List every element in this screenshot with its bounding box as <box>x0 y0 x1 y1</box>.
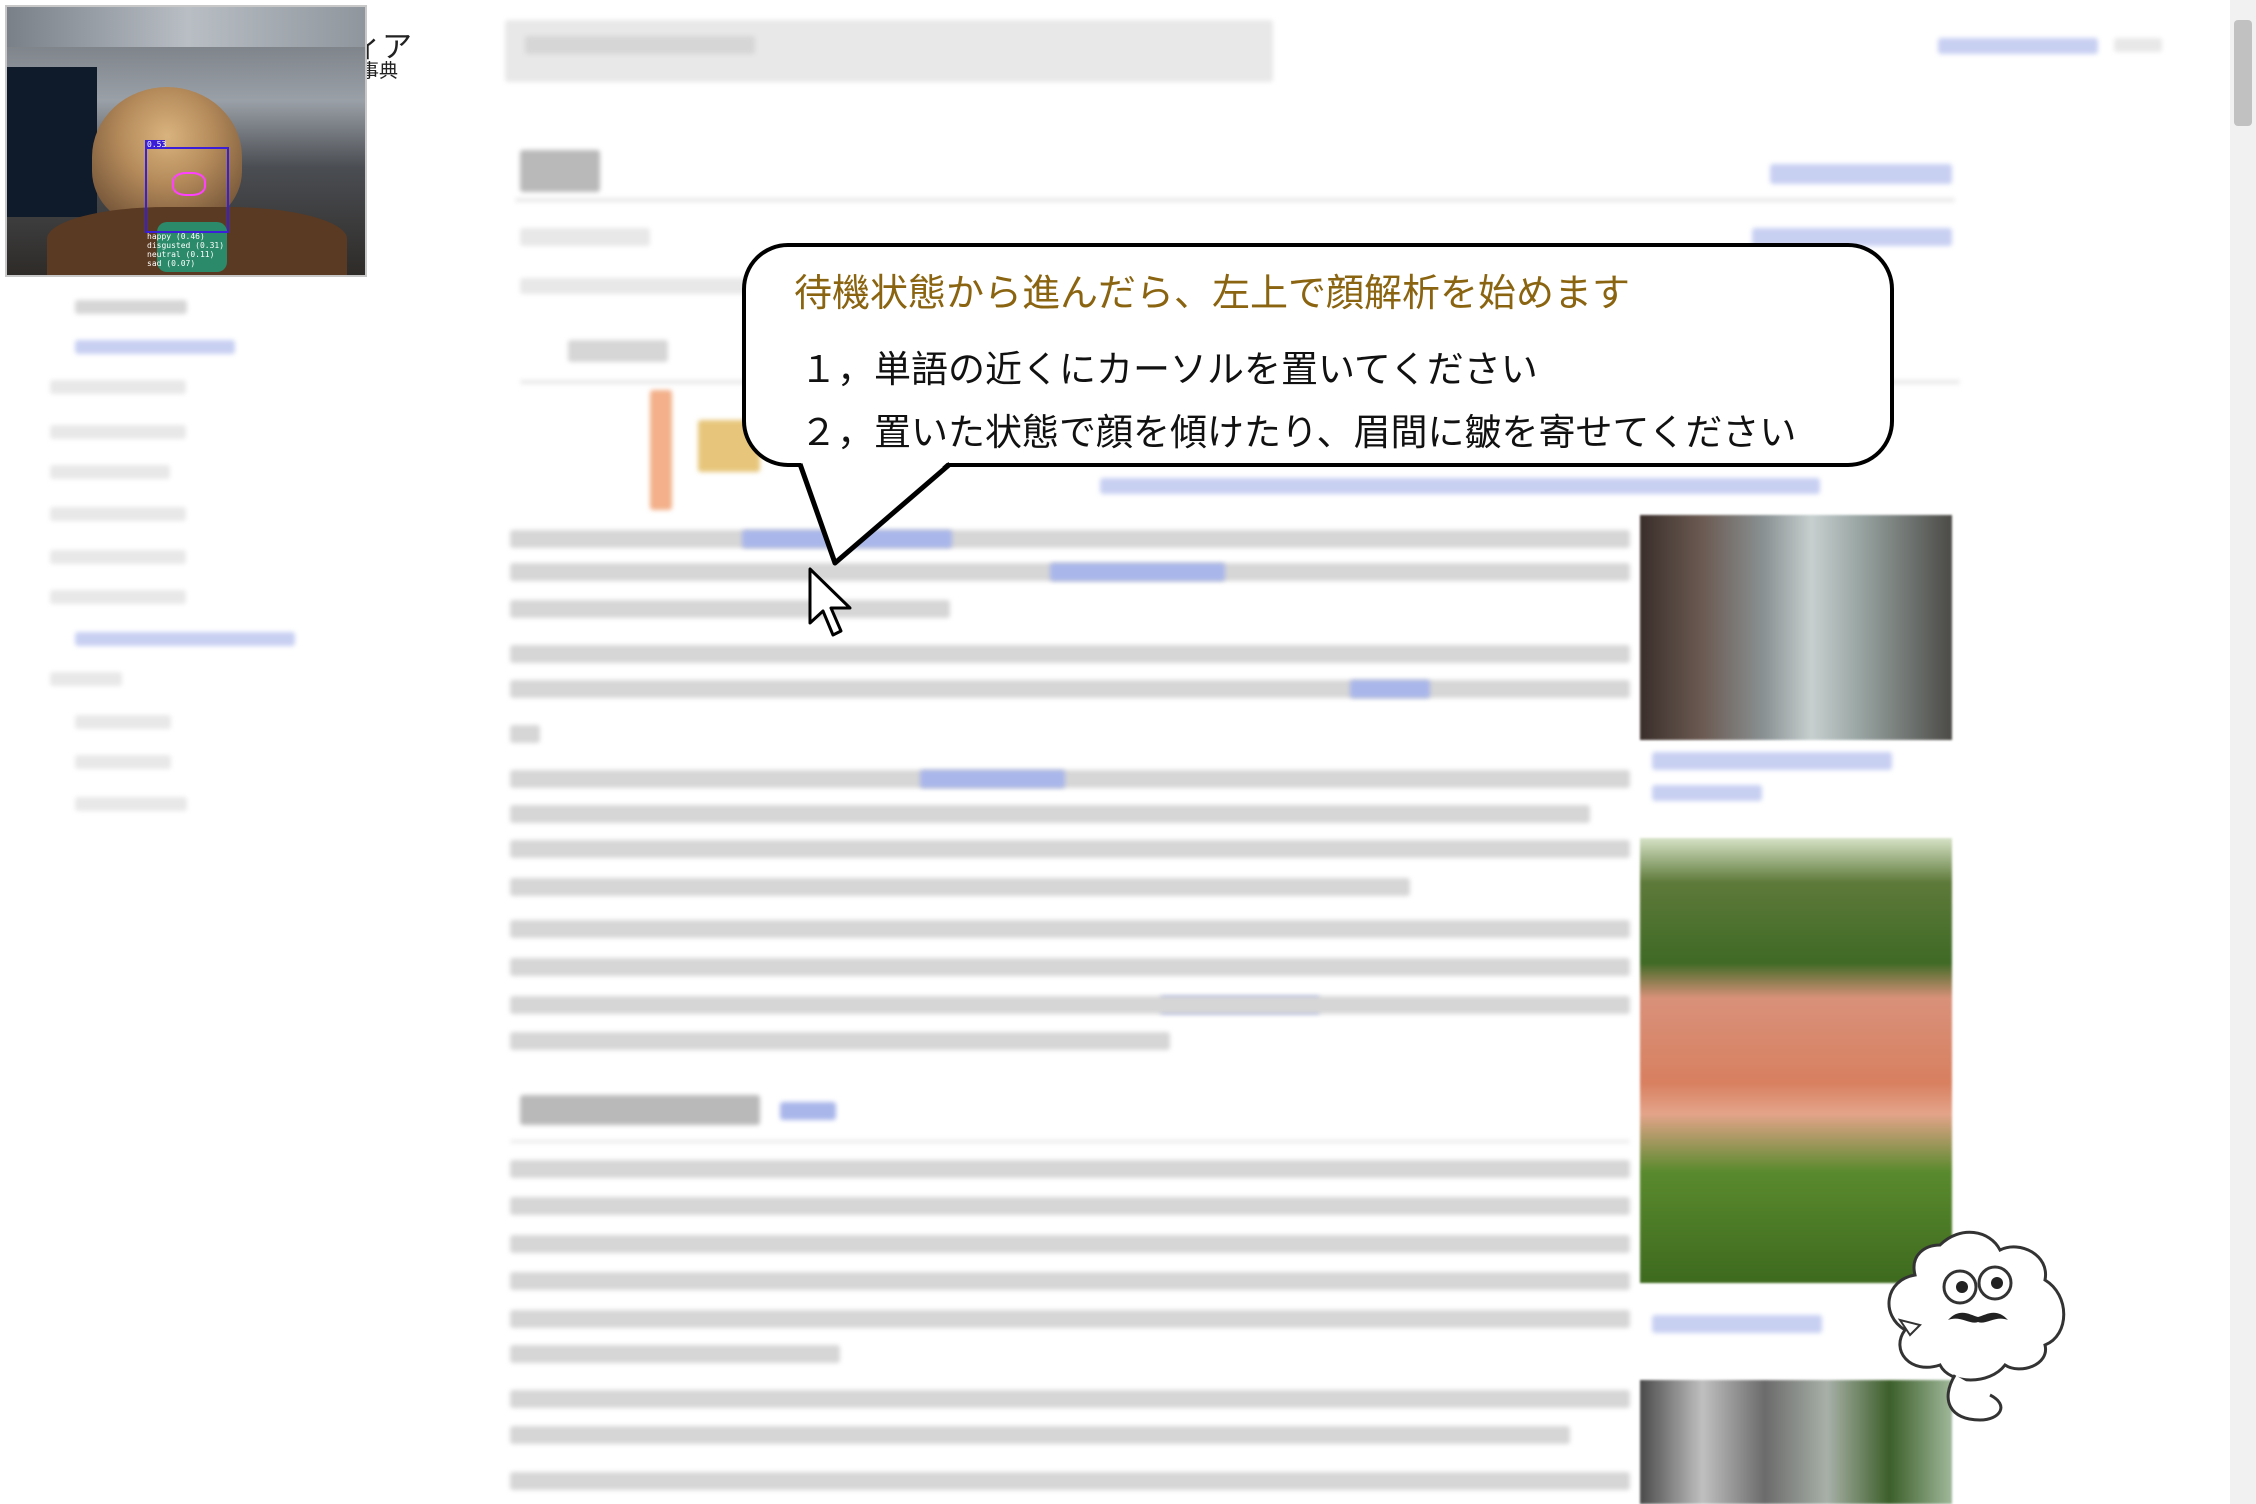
text-line <box>510 878 1410 896</box>
thumbnail-caption-1 <box>1652 752 1892 770</box>
ceiling-lights <box>7 7 365 47</box>
thumbnail-image-1[interactable] <box>1640 515 1952 740</box>
bubble-title: 待機状態から進んだら、左上で顔解析を始めます <box>794 271 1631 315</box>
sidebar-item[interactable] <box>50 425 186 439</box>
emotion-label-3: neutral (0.11) <box>147 250 215 259</box>
top-right-link-2[interactable] <box>2114 38 2162 52</box>
tab-article[interactable] <box>520 228 650 246</box>
text-line <box>510 1032 1170 1050</box>
text-line <box>510 1272 1630 1290</box>
face-landmarks <box>172 172 206 196</box>
emotion-label-2: disgusted (0.31) <box>147 241 225 250</box>
section-divider <box>510 1140 1630 1143</box>
sidebar-item[interactable] <box>75 715 171 729</box>
sidebar-item[interactable] <box>50 550 186 564</box>
emotion-label-4: sad (0.07) <box>147 259 196 268</box>
thumbnail-image-2[interactable] <box>1640 838 1952 1283</box>
sidebar-item[interactable] <box>50 507 186 521</box>
text-line <box>510 1160 1630 1178</box>
edit-link[interactable] <box>780 1102 836 1120</box>
text-line <box>510 1390 1630 1408</box>
sidebar-item[interactable] <box>75 340 235 354</box>
text-line <box>510 645 1630 663</box>
page-title <box>520 150 600 192</box>
thumbnail-caption-1b <box>1652 785 1762 801</box>
sidebar-item[interactable] <box>75 797 187 811</box>
article-subtitle <box>520 278 780 294</box>
webcam-feed: 0.53 happy (0.46) disgusted (0.31) neutr… <box>5 5 367 277</box>
top-right-links[interactable] <box>1938 38 2098 54</box>
sidebar-item[interactable] <box>50 380 186 394</box>
bubble-instruction-1: １，単語の近くにカーソルを置いてください <box>800 348 1538 391</box>
mascot-character-icon <box>1887 1230 2066 1422</box>
text-line <box>510 958 1630 976</box>
text-line <box>510 1197 1630 1215</box>
text-line <box>510 1426 1570 1444</box>
text-line <box>510 1472 1630 1490</box>
toolbar-row[interactable] <box>568 340 668 362</box>
sidebar-item[interactable] <box>75 755 171 769</box>
sidebar-item[interactable] <box>50 465 170 479</box>
face-tag-label: 0.53 <box>147 140 167 149</box>
notice-box <box>650 390 672 510</box>
text-link[interactable] <box>1350 680 1430 698</box>
scrollbar-thumb[interactable] <box>2234 20 2252 126</box>
mouse-cursor-icon <box>808 567 852 637</box>
text-link[interactable] <box>920 770 1065 788</box>
text-line <box>510 1345 840 1363</box>
text-line <box>510 600 950 618</box>
scrollbar-track[interactable] <box>2230 0 2256 1504</box>
language-button[interactable] <box>1770 164 1952 184</box>
text-line <box>510 680 1630 698</box>
text-line <box>510 770 1630 788</box>
text-line <box>510 996 1630 1014</box>
window-panel <box>7 67 97 217</box>
text-line <box>510 840 1630 858</box>
thumbnail-caption-2 <box>1652 1315 1822 1333</box>
section-heading <box>520 1095 760 1125</box>
text-line <box>510 530 1630 548</box>
sidebar-item[interactable] <box>75 632 295 646</box>
notice-text <box>1100 478 1820 494</box>
sidebar-item[interactable] <box>50 590 186 604</box>
text-line <box>510 805 1590 823</box>
text-line <box>510 725 540 743</box>
sidebar-item[interactable] <box>75 300 187 314</box>
emotion-label-1: happy (0.46) <box>147 232 205 241</box>
search-placeholder <box>525 36 755 54</box>
text-line <box>510 920 1630 938</box>
text-line <box>510 1310 1630 1328</box>
text-line <box>510 1235 1630 1253</box>
title-underline <box>515 198 1955 202</box>
sidebar-item[interactable] <box>50 672 122 686</box>
text-link[interactable] <box>1050 563 1225 581</box>
bubble-tail <box>797 460 952 566</box>
bubble-instruction-2: ２，置いた状態で顔を傾けたり、眉間に皺を寄せてください <box>800 411 1797 454</box>
